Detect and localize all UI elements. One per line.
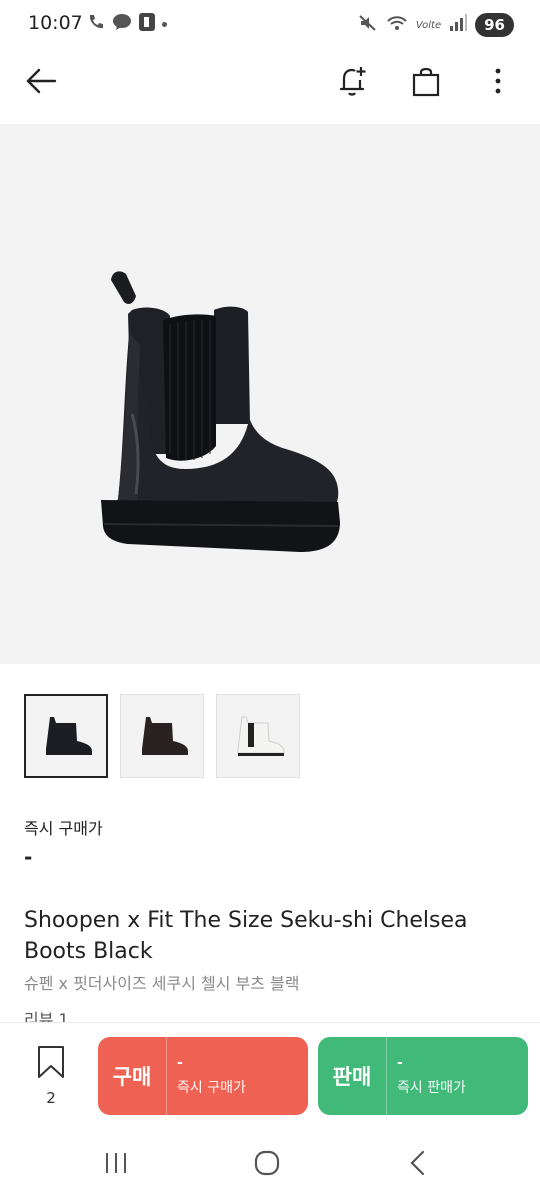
app-header	[0, 52, 540, 114]
thumbnail-brown[interactable]	[120, 694, 204, 778]
sell-price: -	[397, 1055, 403, 1071]
battery-indicator: 96	[475, 13, 514, 37]
bookmark-icon	[36, 1045, 66, 1083]
thumbnail-boot-shape	[142, 717, 188, 755]
shopping-bag-button[interactable]	[403, 60, 449, 106]
bell-plus-icon	[337, 64, 369, 102]
recent-apps-icon	[103, 1151, 129, 1179]
more-notifications-dot	[162, 21, 167, 27]
product-main-image[interactable]	[0, 124, 540, 664]
system-back-button[interactable]	[398, 1150, 438, 1180]
thumbnail-boot-image	[46, 717, 92, 755]
bottom-action-bar: 2 구매 - 즉시 구매가 판매 - 즉시 판매가	[0, 1022, 540, 1128]
sell-sublabel: 즉시 판매가	[397, 1080, 466, 1096]
wifi-icon	[386, 13, 408, 37]
b-app-icon	[138, 12, 156, 36]
thumbnail-boot-image	[237, 716, 285, 756]
instant-buy-price-label: 즉시 구매가	[24, 819, 103, 838]
sell-info: - 즉시 판매가	[387, 1055, 466, 1097]
chevron-left-icon	[408, 1150, 428, 1180]
thumbnail-black[interactable]	[24, 694, 108, 778]
buy-info: - 즉시 구매가	[167, 1055, 246, 1097]
shopping-bag-icon	[411, 65, 441, 101]
instant-buy-price-value: -	[24, 845, 33, 869]
home-button[interactable]	[247, 1150, 287, 1180]
signal-icon	[449, 14, 468, 36]
more-vertical-icon	[494, 67, 502, 99]
buy-sublabel: 즉시 구매가	[177, 1080, 246, 1096]
buy-price: -	[177, 1055, 183, 1071]
product-subtitle: 슈펜 x 핏더사이즈 세쿠시 첼시 부츠 블랙	[24, 974, 300, 993]
mute-icon	[358, 13, 378, 37]
thumbnail-boot-image	[142, 717, 188, 755]
chelsea-boot-image	[101, 271, 340, 552]
sell-label: 판매	[332, 1065, 372, 1089]
sell-button[interactable]: 판매 - 즉시 판매가	[318, 1037, 528, 1115]
volte-label: Volte	[415, 19, 442, 31]
call-forward-icon	[86, 12, 106, 36]
wishlist-button[interactable]: 2	[26, 1045, 76, 1115]
thumbnail-boot-shape	[46, 717, 92, 755]
back-button[interactable]	[18, 60, 64, 106]
home-icon	[253, 1149, 281, 1181]
system-navigation-bar	[0, 1130, 540, 1200]
talk-icon	[112, 12, 132, 36]
more-options-button[interactable]	[475, 60, 521, 106]
status-bar: 10:07 Volte 96	[0, 0, 540, 50]
recent-apps-button[interactable]	[96, 1150, 136, 1180]
buy-button[interactable]: 구매 - 즉시 구매가	[98, 1037, 308, 1115]
wishlist-count: 2	[46, 1089, 56, 1107]
price-alert-button[interactable]	[330, 60, 376, 106]
thumbnail-strip	[24, 694, 300, 778]
system-icons: Volte 96	[358, 12, 514, 38]
arrow-left-icon	[25, 67, 57, 99]
product-title: Shoopen x Fit The Size Seku-shi Chelsea …	[24, 908, 468, 964]
status-time: 10:07	[28, 12, 83, 34]
thumbnail-white[interactable]	[216, 694, 300, 778]
notification-icons	[86, 12, 167, 36]
thumbnail-boot-shape	[237, 716, 285, 754]
buy-label: 구매	[112, 1065, 152, 1089]
